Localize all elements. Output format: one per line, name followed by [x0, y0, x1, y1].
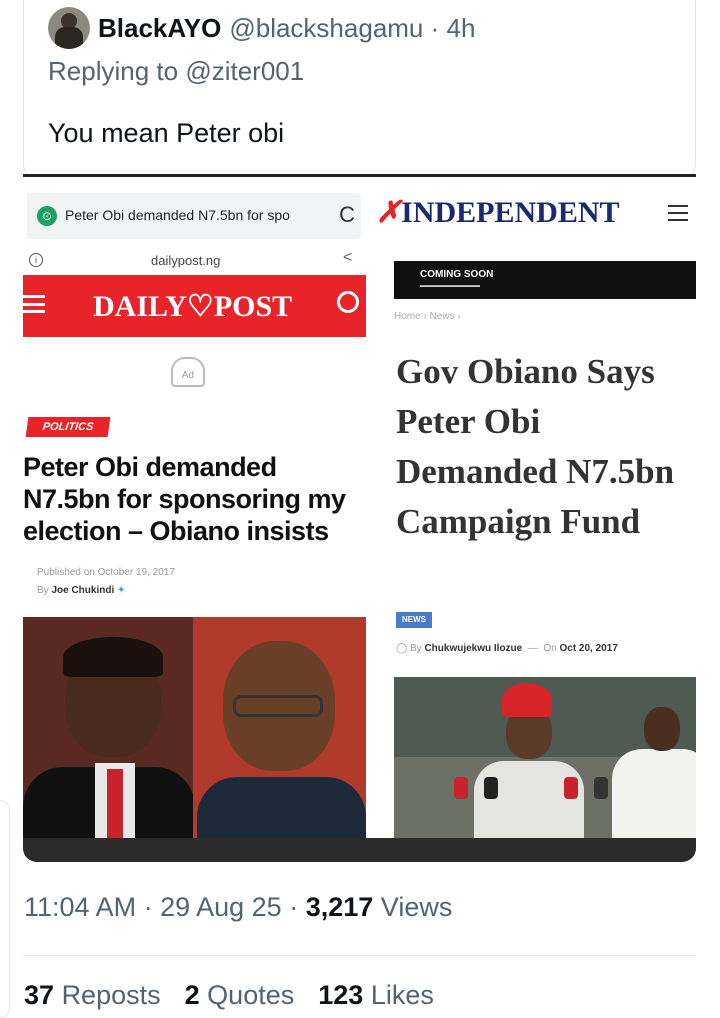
avatar[interactable]	[48, 7, 90, 49]
photo-shirt	[474, 761, 584, 843]
page-domain: dailypost.ng	[151, 253, 221, 268]
author-name: Chukwujekwu Ilozue	[424, 643, 523, 654]
ad-placeholder-icon: Ad	[171, 357, 205, 387]
reposts-count: 37	[24, 980, 55, 1010]
independent-screenshot: ✗INDEPENDENT COMING SOON ▬▬▬▬▬▬▬▬▬▬ Home…	[368, 177, 696, 843]
browser-url-bar: ⊙ Peter Obi demanded N7.5bn for spo C	[27, 193, 361, 239]
microphone	[564, 777, 578, 799]
coming-soon-banner: COMING SOON ▬▬▬▬▬▬▬▬▬▬	[394, 261, 696, 299]
banner-title: COMING SOON	[420, 269, 494, 280]
microphone	[594, 777, 608, 799]
likes-label: Likes	[370, 980, 434, 1010]
independent-mark-icon: ✗	[376, 196, 402, 229]
share-icon: <	[343, 249, 353, 266]
secure-icon: ⊙	[37, 206, 57, 226]
author-name: Joe Chukindi	[51, 585, 115, 596]
photo-hair	[63, 637, 163, 677]
divider	[23, 955, 696, 956]
tweet-header: BlackAYO @blackshagamu · 4h	[48, 7, 476, 49]
left-rail	[0, 800, 10, 1018]
photo-face-second	[644, 707, 680, 751]
dailypost-byline: By Joe Chukindi ✦	[37, 585, 125, 596]
replying-to-line: Replying to @ziter001	[48, 56, 304, 87]
politicians-photo	[23, 617, 366, 841]
byline-prefix: By	[409, 643, 422, 654]
tweet-text: You mean Peter obi	[48, 118, 285, 148]
photo-red-cap	[502, 683, 552, 717]
reposts-label: Reposts	[61, 980, 161, 1010]
category-badge: POLITICS	[25, 417, 111, 437]
dailypost-banner: DAILY♡POST	[23, 275, 366, 337]
reposts-stat[interactable]: 37 Reposts	[24, 980, 161, 1011]
independent-byline: ◯ By Chukwujekwu Ilozue — On Oct 20, 201…	[396, 643, 618, 654]
handle-line: @blackshagamu · 4h	[229, 12, 476, 43]
independent-logo: ✗INDEPENDENT	[376, 195, 620, 230]
dailypost-screenshot: ⊙ Peter Obi demanded N7.5bn for spo C i …	[23, 177, 366, 841]
tweet-media[interactable]: ⊙ Peter Obi demanded N7.5bn for spo C i …	[23, 174, 696, 862]
hamburger-menu-icon	[23, 295, 45, 313]
news-badge: NEWS	[396, 612, 432, 628]
display-name[interactable]: BlackAYO	[98, 13, 221, 44]
independent-headline: Gov Obiano Says Peter Obi Demanded N7.5b…	[396, 352, 675, 541]
engagement-stats: 37 Reposts 2 Quotes 123 Likes	[24, 980, 434, 1011]
hamburger-menu-icon	[668, 205, 688, 221]
user-handle[interactable]: @blackshagamu	[229, 13, 423, 43]
microphone	[454, 777, 468, 799]
views-count: 3,217	[305, 892, 374, 922]
replying-prefix: Replying to	[48, 56, 179, 86]
photo-glasses	[233, 695, 323, 717]
likes-count: 123	[318, 980, 364, 1010]
browser-tab-title: Peter Obi demanded N7.5bn for spo	[65, 207, 290, 223]
microphone	[484, 777, 498, 799]
avatar-body	[55, 27, 83, 49]
independent-logo-text: INDEPENDENT	[401, 196, 620, 229]
photo-suit-right	[197, 777, 366, 841]
photo-tie	[107, 769, 123, 841]
media-composite: ⊙ Peter Obi demanded N7.5bn for spo C i …	[23, 177, 696, 843]
info-icon: i	[29, 253, 43, 267]
search-icon	[337, 291, 359, 313]
quotes-stat[interactable]: 2 Quotes	[185, 980, 295, 1011]
tweet-meta: 11:04 AM · 29 Aug 25 · 3,217 Views	[24, 892, 453, 922]
obiano-photo	[394, 677, 696, 843]
time-ago[interactable]: 4h	[447, 13, 476, 43]
photo-robe	[612, 749, 696, 843]
views-label: Views	[380, 892, 453, 922]
byline-prefix: By	[37, 585, 49, 596]
post-time[interactable]: 11:04 AM	[24, 892, 136, 922]
banner-subtext: ▬▬▬▬▬▬▬▬▬▬	[420, 283, 480, 289]
dailypost-headline: Peter Obi demanded N7.5bn for sponsoring…	[23, 452, 346, 546]
dailypost-logo: DAILY♡POST	[93, 290, 293, 323]
replying-mention[interactable]: @ziter001	[185, 56, 304, 86]
media-bottom-strip	[23, 838, 696, 862]
likes-stat[interactable]: 123 Likes	[318, 980, 434, 1011]
date-prefix: On	[543, 643, 557, 654]
breadcrumb: Home › News ›	[394, 311, 461, 322]
quotes-count: 2	[184, 980, 200, 1010]
post-date[interactable]: 29 Aug 25	[160, 892, 282, 922]
published-date: Published on October 19, 2017	[37, 567, 175, 578]
reload-icon: C	[339, 202, 355, 227]
author-avatar-icon: ◯	[396, 643, 408, 654]
quotes-label: Quotes	[207, 980, 295, 1010]
article-date: Oct 20, 2017	[559, 643, 618, 654]
twitter-bird-icon: ✦	[117, 585, 126, 596]
